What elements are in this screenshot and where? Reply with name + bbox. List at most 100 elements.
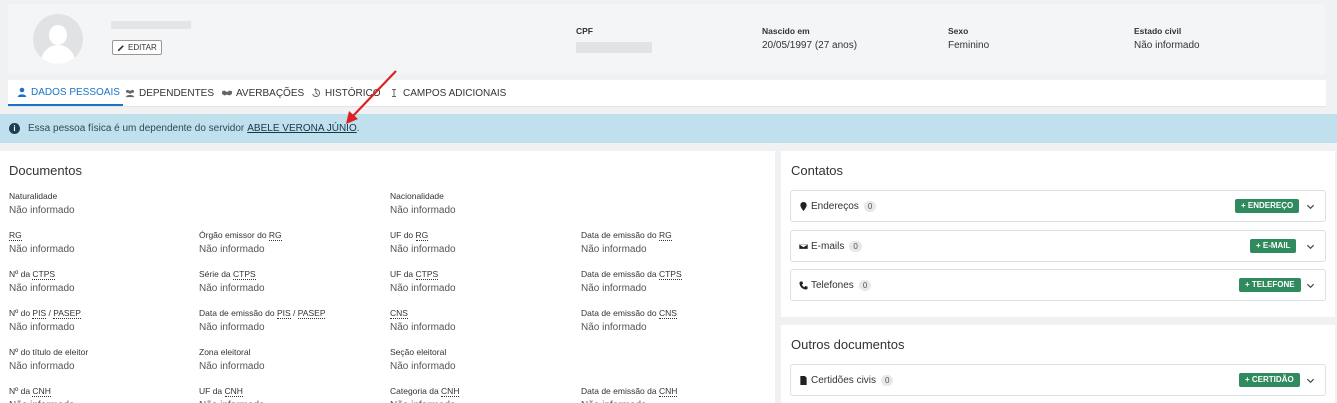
field-numero-ctps: Nº da CTPS Não informado bbox=[9, 269, 75, 294]
label-text: Nº do bbox=[9, 308, 33, 318]
field-label: Órgão emissor do RG bbox=[199, 230, 282, 241]
emails-row[interactable]: E-mails 0 + E-MAIL bbox=[790, 230, 1326, 262]
count-badge: 0 bbox=[858, 279, 872, 291]
field-value: Não informado bbox=[581, 322, 647, 333]
edit-button[interactable]: EDITAR bbox=[112, 40, 162, 55]
add-address-button[interactable]: + ENDEREÇO bbox=[1235, 199, 1300, 213]
field-value: Não informado bbox=[199, 322, 265, 333]
avatar bbox=[33, 14, 83, 64]
field-uf-cnh: UF da CNH Não informado bbox=[199, 386, 265, 403]
abbr-cns: CNS bbox=[658, 308, 677, 319]
field-value: Não informado bbox=[390, 205, 456, 216]
field-label: Data de emissão do PIS / PASEP bbox=[199, 308, 326, 319]
field-value: Não informado bbox=[9, 244, 75, 255]
abbr-cnh: CNH bbox=[224, 386, 243, 397]
field-value: Não informado bbox=[581, 244, 647, 255]
pencil-icon bbox=[117, 44, 124, 51]
civil-certificates-row[interactable]: Certidões civis 0 + CERTIDÃO bbox=[790, 364, 1326, 396]
cursor-icon bbox=[392, 89, 396, 97]
field-value: Não informado bbox=[199, 361, 265, 372]
users-icon bbox=[125, 89, 135, 98]
field-nacionalidade: Nacionalidade Não informado bbox=[390, 191, 456, 216]
profile-header: EDITAR CPF Nascido em 20/05/1997 (27 ano… bbox=[8, 4, 1326, 74]
addresses-row[interactable]: Endereços 0 + ENDEREÇO bbox=[790, 190, 1326, 222]
field-value: Não informado bbox=[199, 283, 265, 294]
abbr-pis: PIS bbox=[276, 308, 291, 319]
label-text: Série da bbox=[199, 269, 234, 279]
chevron-down-icon[interactable] bbox=[1306, 281, 1315, 290]
abbr-ctps: CTPS bbox=[233, 269, 256, 280]
abbr-rg: RG bbox=[268, 230, 282, 241]
field-secao-eleitoral: Seção eleitoral Não informado bbox=[390, 347, 456, 372]
abbr-ctps: CTPS bbox=[658, 269, 682, 280]
label-text: / bbox=[290, 308, 298, 318]
field-value: Não informado bbox=[390, 283, 456, 294]
add-phone-button[interactable]: + TELEFONE bbox=[1239, 278, 1301, 292]
civil-status-label: Estado civil bbox=[1134, 26, 1182, 36]
abbr-pis: PIS bbox=[32, 308, 47, 319]
field-label: Categoria da CNH bbox=[390, 386, 460, 397]
field-label: UF do RG bbox=[390, 230, 456, 241]
alert-end: . bbox=[356, 123, 360, 134]
label-text: UF da bbox=[199, 386, 225, 396]
contacts-panel: Contatos Endereços 0 + ENDEREÇO E-mails … bbox=[781, 151, 1335, 317]
label-text: Nº da bbox=[9, 269, 33, 279]
birth-field: Nascido em 20/05/1997 (27 anos) bbox=[762, 26, 857, 51]
field-data-emissao-cns: Data de emissão do CNS Não informado bbox=[581, 308, 677, 333]
tab-historico[interactable]: HISTÓRICO bbox=[311, 80, 381, 106]
chevron-down-icon[interactable] bbox=[1306, 376, 1315, 385]
emails-header: E-mails 0 bbox=[799, 231, 862, 261]
tab-label: CAMPOS ADICIONAIS bbox=[403, 87, 507, 99]
field-label: Nº da CNH bbox=[9, 386, 75, 397]
tab-dados-pessoais[interactable]: DADOS PESSOAIS bbox=[8, 80, 123, 106]
field-label: Zona eleitoral bbox=[199, 347, 251, 357]
tab-averbacoes[interactable]: AVERBAÇÕES bbox=[222, 80, 304, 106]
sex-field: Sexo Feminino bbox=[948, 26, 989, 51]
chevron-down-icon[interactable] bbox=[1306, 202, 1315, 211]
field-label: Nº da CTPS bbox=[9, 269, 75, 280]
tab-campos-adicionais[interactable]: CAMPOS ADICIONAIS bbox=[389, 80, 506, 106]
field-label: Seção eleitoral bbox=[390, 347, 447, 357]
label-text: Órgão emissor do bbox=[199, 230, 269, 240]
label-text: Nº da bbox=[9, 386, 33, 396]
field-data-emissao-pis-pasep: Data de emissão do PIS / PASEP Não infor… bbox=[199, 308, 326, 333]
civil-certificates-header: Certidões civis 0 bbox=[799, 365, 894, 395]
chevron-down-icon[interactable] bbox=[1306, 242, 1315, 251]
field-label: Data de emissão do CNS bbox=[581, 308, 677, 319]
tab-dependentes[interactable]: DEPENDENTES bbox=[125, 80, 214, 106]
field-zona-eleitoral: Zona eleitoral Não informado bbox=[199, 347, 265, 372]
map-pin-icon bbox=[800, 201, 807, 211]
abbr-pasep: PASEP bbox=[53, 308, 81, 319]
field-numero-pis-pasep: Nº do PIS / PASEP Não informado bbox=[9, 308, 81, 333]
label-text: UF do bbox=[390, 230, 416, 240]
row-label: E-mails bbox=[811, 240, 845, 252]
sex-label: Sexo bbox=[948, 26, 969, 36]
info-icon: i bbox=[9, 123, 20, 134]
add-email-button[interactable]: + E-MAIL bbox=[1250, 239, 1297, 253]
phones-row[interactable]: Telefones 0 + TELEFONE bbox=[790, 269, 1326, 301]
field-label: Nacionalidade bbox=[390, 191, 444, 201]
row-label: Endereços bbox=[811, 200, 859, 212]
tab-label: AVERBAÇÕES bbox=[236, 87, 305, 99]
field-data-emissao-cnh: Data de emissão da CNH Não informado bbox=[581, 386, 678, 403]
file-icon bbox=[800, 375, 807, 385]
row-label: Telefones bbox=[811, 279, 854, 291]
abbr-rg: RG bbox=[415, 230, 429, 241]
dependent-alert: i Essa pessoa física é um dependente do … bbox=[0, 114, 1337, 143]
abbr-ctps: CTPS bbox=[415, 269, 439, 280]
abbr-cns: CNS bbox=[390, 308, 408, 319]
field-categoria-cnh: Categoria da CNH Não informado bbox=[390, 386, 460, 403]
tab-label: DADOS PESSOAIS bbox=[31, 86, 120, 98]
field-uf-ctps: UF da CTPS Não informado bbox=[390, 269, 456, 294]
add-certificate-button[interactable]: + CERTIDÃO bbox=[1239, 373, 1300, 387]
row-label: Certidões civis bbox=[811, 374, 877, 386]
field-cns: CNS Não informado bbox=[390, 308, 456, 333]
server-link[interactable]: ABELE VERONA JÚNIO bbox=[247, 123, 356, 134]
edit-label: EDITAR bbox=[128, 43, 157, 52]
phone-icon bbox=[799, 280, 808, 290]
field-value: Não informado bbox=[390, 244, 456, 255]
abbr-rg: RG bbox=[9, 230, 22, 241]
field-label: UF da CTPS bbox=[390, 269, 456, 280]
cpf-field: CPF bbox=[576, 26, 652, 53]
envelope-icon bbox=[799, 242, 808, 250]
